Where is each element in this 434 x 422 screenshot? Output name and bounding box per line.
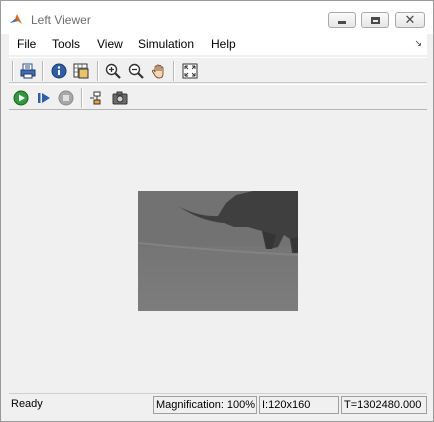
toolbar-separator xyxy=(97,61,99,81)
fit-to-window-icon xyxy=(182,63,198,79)
pan-hand-icon xyxy=(152,64,164,79)
image-display-area[interactable] xyxy=(9,110,427,390)
status-state: Ready xyxy=(11,398,43,410)
minimize-icon xyxy=(338,20,346,24)
menu-simulation[interactable]: Simulation xyxy=(138,37,194,51)
simulation-toolbar xyxy=(9,84,427,110)
menu-bar: File Tools View Simulation Help ↘ xyxy=(9,34,427,55)
snapshot-camera-icon xyxy=(112,91,128,105)
menu-view[interactable]: View xyxy=(97,37,123,51)
menu-tools[interactable]: Tools xyxy=(52,37,80,51)
zoom-in-icon xyxy=(105,63,121,79)
info-icon xyxy=(51,63,67,79)
stop-icon xyxy=(58,90,74,106)
run-button[interactable] xyxy=(11,88,31,108)
toolbar-separator xyxy=(12,61,14,81)
stop-button[interactable] xyxy=(56,88,76,108)
pixel-region-icon xyxy=(73,63,89,79)
zoom-in-button[interactable] xyxy=(103,61,123,81)
fit-to-window-button[interactable] xyxy=(180,61,200,81)
menu-help[interactable]: Help xyxy=(211,37,236,51)
print-icon xyxy=(20,63,36,79)
status-magnification: Magnification: 100% xyxy=(153,396,257,414)
main-toolbar xyxy=(9,57,427,83)
title-bar[interactable]: Left Viewer ✕ xyxy=(1,1,433,34)
status-sim-time: T=1302480.000 xyxy=(341,396,427,414)
status-image-size: I:120x160 xyxy=(259,396,339,414)
print-button[interactable] xyxy=(18,61,38,81)
zoom-out-icon xyxy=(128,63,144,79)
menu-file[interactable]: File xyxy=(17,37,36,51)
maximize-button[interactable] xyxy=(361,12,389,28)
window-title: Left Viewer xyxy=(31,13,91,27)
dock-arrow-icon[interactable]: ↘ xyxy=(414,39,422,49)
toolbar-separator xyxy=(81,88,83,108)
highlight-block-button[interactable] xyxy=(87,88,107,108)
matlab-logo-icon xyxy=(10,14,22,24)
toolbar-separator xyxy=(42,61,44,81)
pan-button[interactable] xyxy=(149,61,169,81)
video-frame-image xyxy=(138,191,298,311)
close-icon: ✕ xyxy=(404,12,416,28)
viewer-window: Left Viewer ✕ File Tools View Simulation… xyxy=(0,0,434,422)
snapshot-button[interactable] xyxy=(110,88,130,108)
highlight-block-icon xyxy=(90,91,101,105)
pixel-region-button[interactable] xyxy=(71,61,91,81)
zoom-out-button[interactable] xyxy=(126,61,146,81)
status-bar: Ready Magnification: 100% I:120x160 T=13… xyxy=(9,393,427,416)
step-forward-icon xyxy=(38,93,50,103)
info-button[interactable] xyxy=(49,61,69,81)
minimize-button[interactable] xyxy=(328,12,356,28)
maximize-icon xyxy=(370,16,380,24)
step-forward-button[interactable] xyxy=(34,88,54,108)
run-icon xyxy=(13,90,29,106)
toolbar-separator xyxy=(173,61,175,81)
close-button[interactable]: ✕ xyxy=(395,12,425,28)
